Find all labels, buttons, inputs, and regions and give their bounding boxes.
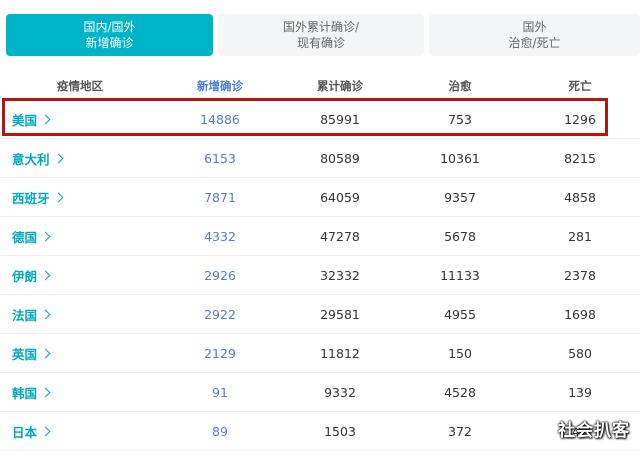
cured-value: 150 xyxy=(448,345,472,361)
tab-label-line1: 国外累计确诊/ xyxy=(282,20,360,34)
table-row[interactable]: 英国 2129 11812 150 580 xyxy=(0,334,640,373)
total-confirmed-value: 11812 xyxy=(320,345,360,361)
region-name: 美国 xyxy=(12,112,38,128)
dead-value: 139 xyxy=(568,384,592,400)
new-confirmed-value: 4332 xyxy=(204,228,236,244)
region-link[interactable]: 日本 xyxy=(0,412,160,450)
region-name: 韩国 xyxy=(12,385,38,401)
tab-bar: 国内/国外 新增确诊 国外累计确诊/ 现有确诊 国外 治愈/死亡 xyxy=(6,14,640,56)
table-body: 美国 14886 85991 753 1296 意大利 6153 80589 10361 8215… xyxy=(0,100,640,451)
total-confirmed-value: 32332 xyxy=(320,267,360,283)
tab-label-line1: 国内/国外 xyxy=(83,20,136,34)
new-confirmed-value: 89 xyxy=(212,423,228,439)
new-confirmed-value: 6153 xyxy=(204,150,236,166)
region-link[interactable]: 韩国 xyxy=(0,373,160,411)
cured-value: 9357 xyxy=(444,189,476,205)
region-name: 意大利 xyxy=(12,151,50,167)
table-row[interactable]: 韩国 91 9332 4528 139 xyxy=(0,373,640,412)
total-confirmed-value: 47278 xyxy=(320,228,360,244)
region-link[interactable]: 伊朗 xyxy=(0,256,160,294)
dead-value: 8215 xyxy=(564,150,596,166)
region-link[interactable]: 西班牙 xyxy=(0,178,160,216)
region-link[interactable]: 法国 xyxy=(0,295,160,333)
table-row[interactable]: 法国 2922 29581 4955 1698 xyxy=(0,295,640,334)
tab-label-line1: 国外 xyxy=(522,20,547,34)
region-name: 法国 xyxy=(12,307,38,323)
new-confirmed-value: 2926 xyxy=(204,267,236,283)
header-dead: 死亡 xyxy=(568,79,592,93)
region-name: 英国 xyxy=(12,346,38,362)
region-link[interactable]: 德国 xyxy=(0,217,160,255)
cured-value: 10361 xyxy=(440,150,480,166)
chevron-right-icon xyxy=(40,231,51,241)
table-header: 疫情地区 新增确诊 累计确诊 治愈 死亡 xyxy=(0,72,640,100)
region-link[interactable]: 意大利 xyxy=(0,139,160,177)
header-total-confirmed: 累计确诊 xyxy=(317,79,363,93)
total-confirmed-value: 1503 xyxy=(324,423,356,439)
new-confirmed-value: 7871 xyxy=(204,189,236,205)
dead-value: 1698 xyxy=(564,306,596,322)
table-row[interactable]: 意大利 6153 80589 10361 8215 xyxy=(0,139,640,178)
new-confirmed-value: 91 xyxy=(212,384,228,400)
tab-label-line2: 新增确诊 xyxy=(85,36,134,50)
table-row[interactable]: 西班牙 7871 64059 9357 4858 xyxy=(0,178,640,217)
header-region: 疫情地区 xyxy=(57,79,103,93)
table-row[interactable]: 美国 14886 85991 753 1296 xyxy=(0,100,640,139)
table-row[interactable]: 日本 89 1503 372 43 xyxy=(0,412,640,451)
region-link[interactable]: 美国 xyxy=(0,100,160,138)
cured-value: 4528 xyxy=(444,384,476,400)
dead-value: 1296 xyxy=(564,111,596,127)
cured-value: 4955 xyxy=(444,306,476,322)
tab-foreign-cured-dead[interactable]: 国外 治愈/死亡 xyxy=(429,14,640,56)
total-confirmed-value: 29581 xyxy=(320,306,360,322)
dead-value: 2378 xyxy=(564,267,596,283)
new-confirmed-value: 2922 xyxy=(204,306,236,322)
chevron-right-icon xyxy=(53,153,63,163)
cured-value: 5678 xyxy=(444,228,476,244)
total-confirmed-value: 85991 xyxy=(320,111,360,127)
chevron-right-icon xyxy=(40,387,51,397)
chevron-right-icon xyxy=(40,309,51,319)
tab-label-line2: 治愈/死亡 xyxy=(508,36,561,50)
total-confirmed-value: 64059 xyxy=(320,189,360,205)
table-row[interactable]: 德国 4332 47278 5678 281 xyxy=(0,217,640,256)
cured-value: 753 xyxy=(448,111,472,127)
cured-value: 11133 xyxy=(440,267,480,283)
tab-foreign-total[interactable]: 国外累计确诊/ 现有确诊 xyxy=(218,14,424,56)
region-link[interactable]: 英国 xyxy=(0,334,160,372)
cured-value: 372 xyxy=(448,423,472,439)
tab-label-line2: 现有确诊 xyxy=(296,36,345,50)
dead-value: 281 xyxy=(568,228,592,244)
region-name: 日本 xyxy=(12,424,38,440)
header-cured: 治愈 xyxy=(448,79,472,93)
region-name: 西班牙 xyxy=(12,190,50,206)
dead-value: 580 xyxy=(568,345,592,361)
header-new-confirmed[interactable]: 新增确诊 xyxy=(160,72,280,100)
region-name: 伊朗 xyxy=(12,268,38,284)
total-confirmed-value: 80589 xyxy=(320,150,360,166)
tab-domestic-foreign-new[interactable]: 国内/国外 新增确诊 xyxy=(6,14,213,56)
chevron-right-icon xyxy=(40,114,51,124)
watermark: 社会扒客 xyxy=(558,421,630,441)
chevron-right-icon xyxy=(40,426,51,436)
chevron-right-icon xyxy=(40,348,51,358)
table-row[interactable]: 伊朗 2926 32332 11133 2378 xyxy=(0,256,640,295)
region-name: 德国 xyxy=(12,229,38,245)
chevron-right-icon xyxy=(53,192,63,202)
total-confirmed-value: 9332 xyxy=(324,384,356,400)
new-confirmed-value: 14886 xyxy=(200,111,240,127)
new-confirmed-value: 2129 xyxy=(204,345,236,361)
chevron-right-icon xyxy=(40,270,51,280)
dead-value: 4858 xyxy=(564,189,596,205)
